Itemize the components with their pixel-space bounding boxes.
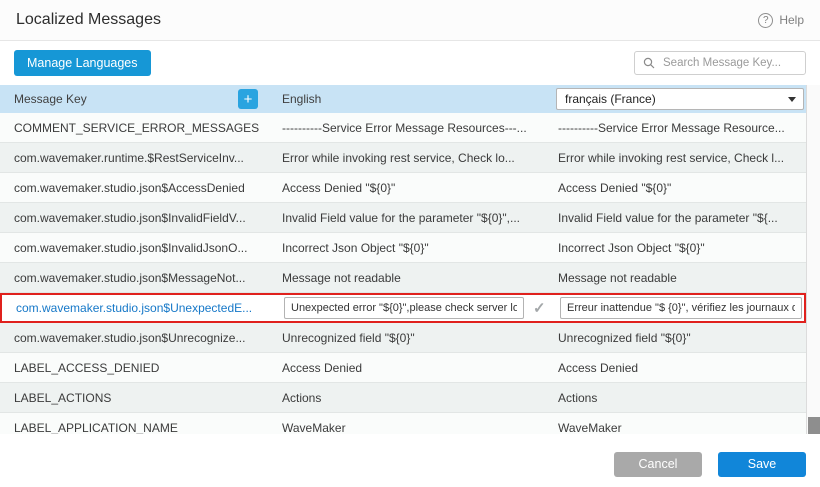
- message-key-cell: LABEL_ACCESS_DENIED: [0, 361, 270, 375]
- localized-messages-dialog: Localized Messages ? Help Manage Languag…: [0, 0, 820, 487]
- help-button[interactable]: ? Help: [758, 13, 804, 28]
- english-cell: Error while invoking rest service, Check…: [270, 151, 546, 165]
- cancel-button[interactable]: Cancel: [614, 452, 702, 477]
- english-cell: Actions: [270, 391, 546, 405]
- locale-cell: Incorrect Json Object "${0}": [546, 241, 806, 255]
- french-message-input[interactable]: [560, 297, 802, 319]
- locale-cell: Access Denied "${0}": [546, 181, 806, 195]
- language-select[interactable]: français (France): [556, 88, 804, 110]
- table-row[interactable]: LABEL_ACCESS_DENIED Access Denied Access…: [0, 353, 806, 383]
- footer: Cancel Save: [0, 441, 820, 487]
- table-row[interactable]: com.wavemaker.studio.json$MessageNot... …: [0, 263, 806, 293]
- search-input[interactable]: [661, 56, 797, 70]
- titlebar: Localized Messages ? Help: [0, 0, 820, 41]
- english-cell-editing: ✓: [272, 297, 548, 319]
- table-row[interactable]: com.wavemaker.runtime.$RestServiceInv...…: [0, 143, 806, 173]
- message-key-cell: com.wavemaker.runtime.$RestServiceInv...: [0, 151, 270, 165]
- locale-cell: Unrecognized field "${0}": [546, 331, 806, 345]
- message-key-cell: com.wavemaker.studio.json$InvalidFieldV.…: [0, 211, 270, 225]
- save-button[interactable]: Save: [718, 452, 806, 477]
- message-key-cell: COMMENT_SERVICE_ERROR_MESSAGES: [0, 121, 270, 135]
- column-header-message-key: Message Key +: [0, 89, 270, 109]
- english-cell: Incorrect Json Object "${0}": [270, 241, 546, 255]
- message-key-cell: com.wavemaker.studio.json$Unrecognize...: [0, 331, 270, 345]
- chevron-down-icon: [788, 97, 796, 102]
- search-box[interactable]: [634, 51, 806, 75]
- message-key-header-label: Message Key: [14, 92, 87, 106]
- message-key-cell: com.wavemaker.studio.json$MessageNot...: [0, 271, 270, 285]
- table-row[interactable]: com.wavemaker.studio.json$InvalidJsonO..…: [0, 233, 806, 263]
- locale-cell-editing: [548, 297, 804, 319]
- vertical-scrollbar[interactable]: [806, 85, 820, 434]
- manage-languages-button[interactable]: Manage Languages: [14, 50, 151, 76]
- column-header-english: English: [270, 92, 546, 106]
- table-header: Message Key + English français (France): [0, 85, 806, 113]
- table-row[interactable]: com.wavemaker.studio.json$InvalidFieldV.…: [0, 203, 806, 233]
- locale-cell: Message not readable: [546, 271, 806, 285]
- scrollbar-thumb[interactable]: [808, 417, 820, 434]
- help-icon: ?: [758, 13, 773, 28]
- locale-cell: Error while invoking rest service, Check…: [546, 151, 806, 165]
- locale-cell: Invalid Field value for the parameter "$…: [546, 211, 806, 225]
- table-row[interactable]: COMMENT_SERVICE_ERROR_MESSAGES ---------…: [0, 113, 806, 143]
- confirm-check-icon[interactable]: ✓: [533, 299, 546, 317]
- page-title: Localized Messages: [16, 11, 161, 29]
- english-cell: Access Denied "${0}": [270, 181, 546, 195]
- locale-cell: ----------Service Error Message Resource…: [546, 121, 806, 135]
- message-key-cell: LABEL_ACTIONS: [0, 391, 270, 405]
- locale-cell: Access Denied: [546, 361, 806, 375]
- english-message-input[interactable]: [284, 297, 524, 319]
- english-cell: Invalid Field value for the parameter "$…: [270, 211, 546, 225]
- english-cell: ----------Service Error Message Resource…: [270, 121, 546, 135]
- toolbar: Manage Languages: [0, 41, 820, 85]
- locale-cell: WaveMaker: [546, 421, 806, 435]
- english-cell: Access Denied: [270, 361, 546, 375]
- locale-cell: Actions: [546, 391, 806, 405]
- message-key-cell[interactable]: com.wavemaker.studio.json$UnexpectedE...: [2, 301, 272, 315]
- table-body: COMMENT_SERVICE_ERROR_MESSAGES ---------…: [0, 113, 806, 434]
- english-cell: Unrecognized field "${0}": [270, 331, 546, 345]
- search-icon: [643, 57, 655, 69]
- add-language-button[interactable]: +: [238, 89, 258, 109]
- message-key-cell: LABEL_APPLICATION_NAME: [0, 421, 270, 435]
- help-label: Help: [779, 13, 804, 27]
- table-row-editing[interactable]: com.wavemaker.studio.json$UnexpectedE...…: [0, 293, 806, 323]
- english-cell: WaveMaker: [270, 421, 546, 435]
- message-key-cell: com.wavemaker.studio.json$InvalidJsonO..…: [0, 241, 270, 255]
- english-header-label: English: [282, 92, 321, 106]
- table-row[interactable]: LABEL_APPLICATION_NAME WaveMaker WaveMak…: [0, 413, 806, 434]
- table-row[interactable]: LABEL_ACTIONS Actions Actions: [0, 383, 806, 413]
- message-key-cell: com.wavemaker.studio.json$AccessDenied: [0, 181, 270, 195]
- language-select-value: français (France): [565, 92, 656, 106]
- column-header-locale: français (France): [546, 88, 806, 110]
- english-cell: Message not readable: [270, 271, 546, 285]
- table-row[interactable]: com.wavemaker.studio.json$Unrecognize...…: [0, 323, 806, 353]
- table-row[interactable]: com.wavemaker.studio.json$AccessDenied A…: [0, 173, 806, 203]
